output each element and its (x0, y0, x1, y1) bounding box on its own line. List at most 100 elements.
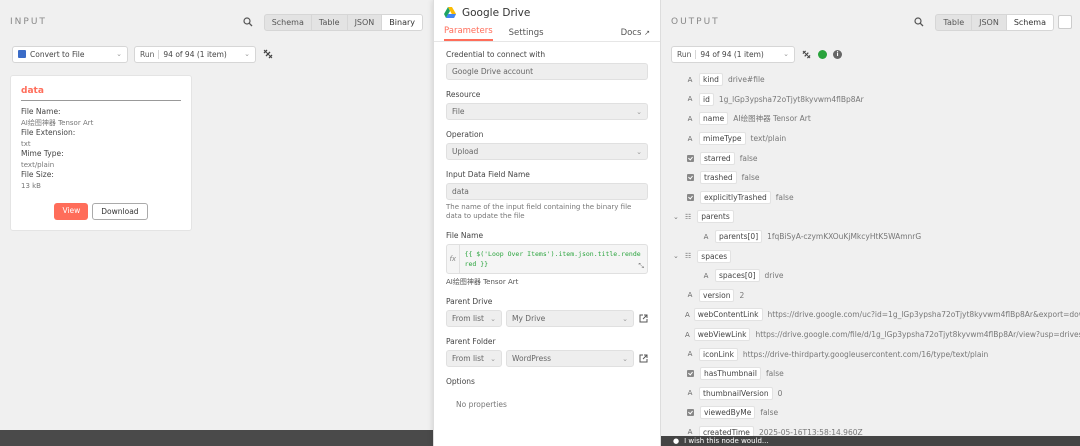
parent-folder-group: Parent Folder From list ⌄ WordPress ⌄ (446, 337, 648, 367)
chevron-down-icon: ⌄ (490, 354, 496, 363)
input-node-select[interactable]: Convert to File ⌄ (12, 45, 128, 63)
pin-icon[interactable] (1058, 15, 1072, 29)
string-type-icon: A (687, 350, 693, 359)
schema-key[interactable]: iconLink (699, 347, 738, 361)
node-parameters: Credential to connect with Google Drive … (434, 42, 660, 427)
schema-row: AwebContentLink https://drive.google.com/… (685, 305, 1080, 325)
file-name-label: File Name (446, 231, 484, 240)
options-group: Options No properties (446, 377, 648, 419)
parent-folder-mode-select[interactable]: From list ⌄ (446, 350, 502, 367)
size-value: 13 kB (21, 181, 41, 190)
schema-key[interactable]: parents (697, 210, 734, 224)
parent-drive-mode-select[interactable]: From list ⌄ (446, 310, 502, 327)
input-header: INPUT Schema Table JSON Binary (0, 0, 433, 44)
credential-select[interactable]: Google Drive account (446, 63, 648, 80)
tab-settings[interactable]: Settings (509, 28, 544, 41)
binary-title: data (21, 86, 181, 101)
schema-key[interactable]: name (699, 112, 729, 126)
input-title: INPUT (10, 17, 47, 27)
file-name-expression[interactable]: fx {{ $('Loop Over Items').item.json.tit… (446, 244, 648, 274)
string-type-icon: A (687, 389, 693, 398)
schema-key[interactable]: hasThumbnail (700, 367, 761, 381)
convert-file-icon (18, 50, 26, 58)
unlink-icon[interactable] (262, 48, 274, 60)
schema-key[interactable]: starred (700, 151, 735, 165)
search-icon[interactable] (240, 14, 256, 30)
schema-row: starred false (685, 148, 1070, 168)
open-link-icon[interactable] (638, 314, 648, 324)
parent-drive-value: My Drive (512, 314, 546, 323)
schema-row: viewedByMe false (685, 403, 1070, 423)
parent-drive-select[interactable]: My Drive ⌄ (506, 310, 634, 327)
resource-label: Resource (446, 90, 481, 99)
node-title[interactable]: Google Drive (462, 7, 530, 19)
chevron-down-icon: ⌄ (116, 50, 122, 58)
chevron-down-icon: ⌄ (244, 50, 250, 58)
info-icon[interactable]: i (833, 49, 842, 59)
boolean-type-icon (687, 193, 694, 201)
output-run-select[interactable]: Run 94 of 94 (1 item) ⌄ (671, 45, 795, 63)
output-tab-schema[interactable]: Schema (1006, 14, 1053, 30)
string-type-icon: A (703, 232, 709, 241)
feedback-bar[interactable]: ● I wish this node would... (661, 436, 1080, 446)
input-tab-schema[interactable]: Schema (265, 14, 312, 30)
schema-key[interactable]: explicitlyTrashed (700, 190, 771, 204)
chevron-down-icon: ⌄ (636, 147, 642, 156)
expression-code[interactable]: {{ $('Loop Over Items').item.json.title.… (460, 245, 647, 273)
open-link-icon[interactable] (638, 354, 648, 364)
input-tab-binary[interactable]: Binary (382, 14, 422, 30)
expand-icon[interactable]: ⤡ (638, 262, 644, 271)
schema-key[interactable]: viewedByMe (700, 406, 756, 420)
output-tab-table[interactable]: Table (936, 14, 973, 30)
unlink-icon[interactable] (801, 49, 812, 60)
schema-key[interactable]: kind (699, 73, 723, 87)
schema-tree: Akind drive#file Aid 1g_lGp3ypsha72oTjyt8ky… (661, 64, 1080, 442)
collapse-caret-icon[interactable]: ⌄ (673, 252, 683, 260)
binary-actions: View Download (21, 203, 181, 220)
operation-select[interactable]: Upload ⌄ (446, 143, 648, 160)
node-tabs: Parameters Settings Docs ↗ (434, 26, 660, 42)
options-empty: No properties (456, 400, 507, 409)
schema-key[interactable]: webViewLink (693, 328, 751, 342)
boolean-type-icon (687, 154, 694, 162)
input-run-select[interactable]: Run 94 of 94 (1 item) ⌄ (134, 45, 256, 63)
docs-link[interactable]: Docs ↗ (621, 28, 650, 41)
file-name-group: File Name fx {{ $('Loop Over Items').ite… (446, 231, 648, 287)
schema-key[interactable]: spaces[0] (715, 269, 760, 283)
parent-folder-select[interactable]: WordPress ⌄ (506, 350, 634, 367)
schema-key[interactable]: version (699, 288, 735, 302)
parent-drive-row: From list ⌄ My Drive ⌄ (446, 310, 648, 327)
schema-key[interactable]: mimeType (699, 132, 746, 146)
view-button[interactable]: View (54, 203, 89, 220)
schema-value: https://drive.google.com/uc?id=1g_lGp3yp… (767, 310, 1080, 320)
mime-label: Mime Type: (21, 149, 64, 158)
input-run-label: Run (140, 49, 160, 59)
binary-data-card: data File Name: AI绘图神器 Tensor Art File E… (10, 75, 192, 231)
schema-key[interactable]: id (699, 92, 714, 106)
file-ext-label: File Extension: (21, 128, 76, 137)
search-icon[interactable] (911, 14, 927, 30)
schema-value: https://drive.google.com/file/d/1g_lGp3y… (755, 330, 1080, 340)
schema-key[interactable]: thumbnailVersion (699, 386, 773, 400)
input-field-input[interactable]: data (446, 183, 648, 200)
node-header: Google Drive (434, 0, 660, 26)
fx-icon: fx (447, 245, 460, 273)
tab-parameters[interactable]: Parameters (444, 26, 493, 41)
download-button[interactable]: Download (92, 203, 148, 220)
schema-key[interactable]: spaces (697, 249, 732, 263)
collapse-caret-icon[interactable]: ⌄ (673, 213, 683, 221)
schema-key[interactable]: trashed (700, 171, 737, 185)
schema-row: Akind drive#file (685, 70, 1070, 90)
input-tab-json[interactable]: JSON (348, 14, 383, 30)
resource-select[interactable]: File ⌄ (446, 103, 648, 120)
output-tab-json[interactable]: JSON (972, 14, 1007, 30)
schema-value: 1g_lGp3ypsha72oTjyt8kyvwm4flBp8Ar (718, 94, 864, 104)
schema-value: drive#file (727, 75, 765, 85)
schema-key[interactable]: webContentLink (693, 308, 763, 322)
feedback-text: I wish this node would... (684, 437, 769, 445)
resource-value: File (452, 107, 465, 116)
schema-value: false (741, 173, 760, 183)
schema-key[interactable]: parents[0] (715, 230, 763, 244)
input-tab-table[interactable]: Table (312, 14, 348, 30)
array-type-icon: ☷ (685, 212, 692, 221)
